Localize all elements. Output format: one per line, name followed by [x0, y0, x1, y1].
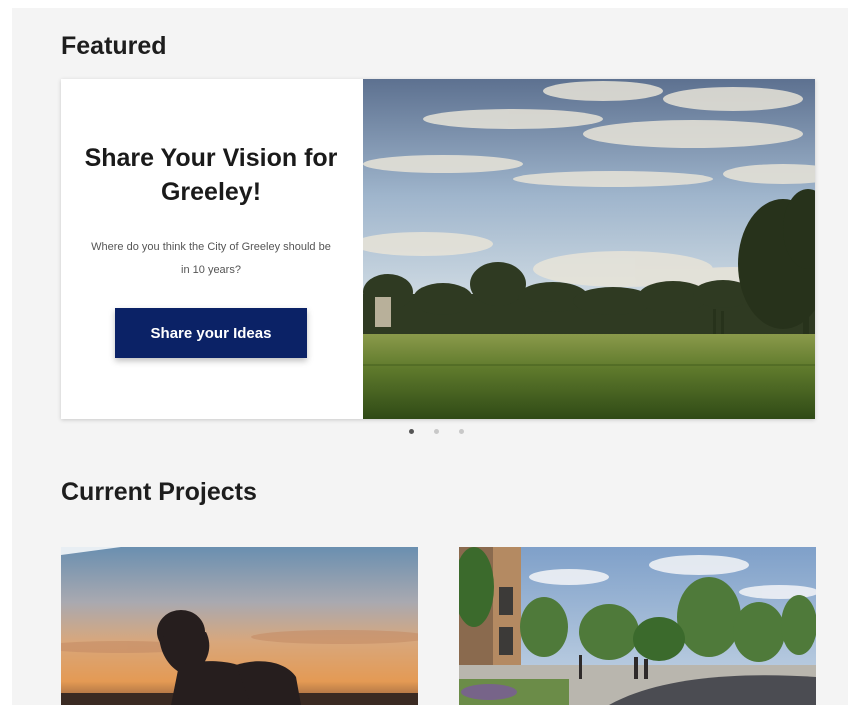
page-container: Featured Share Your Vision for Greeley! …	[12, 8, 848, 705]
project-card[interactable]	[61, 547, 418, 705]
carousel-pagination	[407, 429, 477, 437]
share-ideas-button[interactable]: Share your Ideas	[115, 308, 307, 358]
featured-card-heading: Share Your Vision for Greeley!	[84, 144, 338, 206]
carousel-dot-1[interactable]	[409, 429, 414, 434]
current-projects-title: Current Projects	[61, 478, 257, 506]
project-card[interactable]	[459, 547, 816, 705]
carousel-dot-3[interactable]	[459, 429, 464, 434]
featured-card-image[interactable]	[363, 79, 815, 419]
featured-section-title: Featured	[61, 32, 167, 60]
featured-card-text-panel: Share Your Vision for Greeley! Where do …	[61, 79, 361, 419]
featured-carousel-slide: Share Your Vision for Greeley! Where do …	[61, 79, 815, 419]
featured-card-description: Where do you think the City of Greeley s…	[91, 241, 331, 276]
carousel-dot-2[interactable]	[434, 429, 439, 434]
